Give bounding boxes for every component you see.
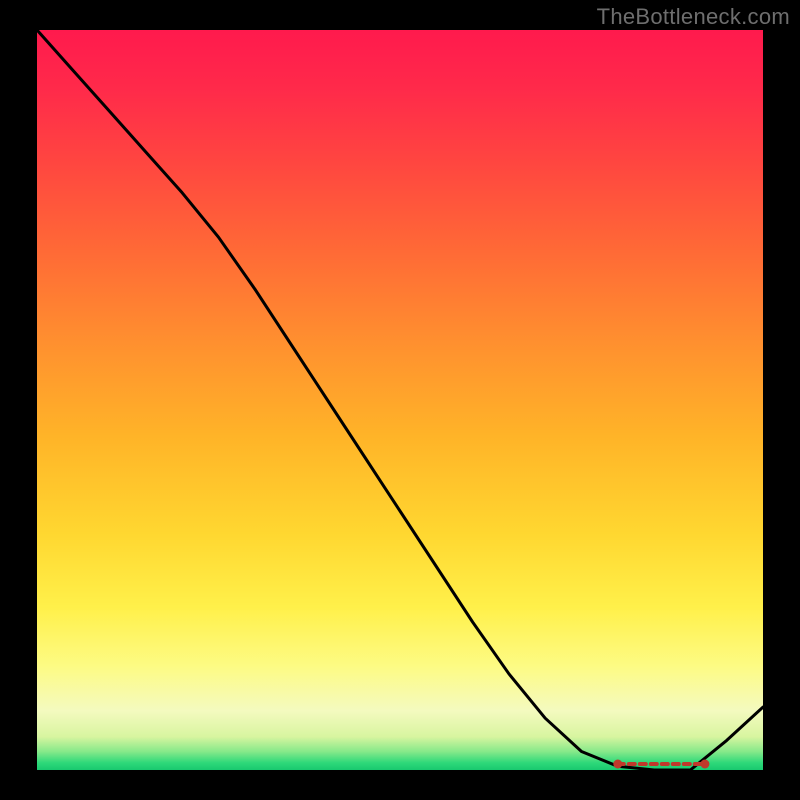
bottleneck-chart <box>0 0 800 800</box>
chart-frame: TheBottleneck.com <box>0 0 800 800</box>
optimal-range-start-dot <box>613 760 622 769</box>
optimal-range-end-dot <box>700 760 709 769</box>
watermark-label: TheBottleneck.com <box>597 4 790 30</box>
plot-background <box>37 30 763 770</box>
